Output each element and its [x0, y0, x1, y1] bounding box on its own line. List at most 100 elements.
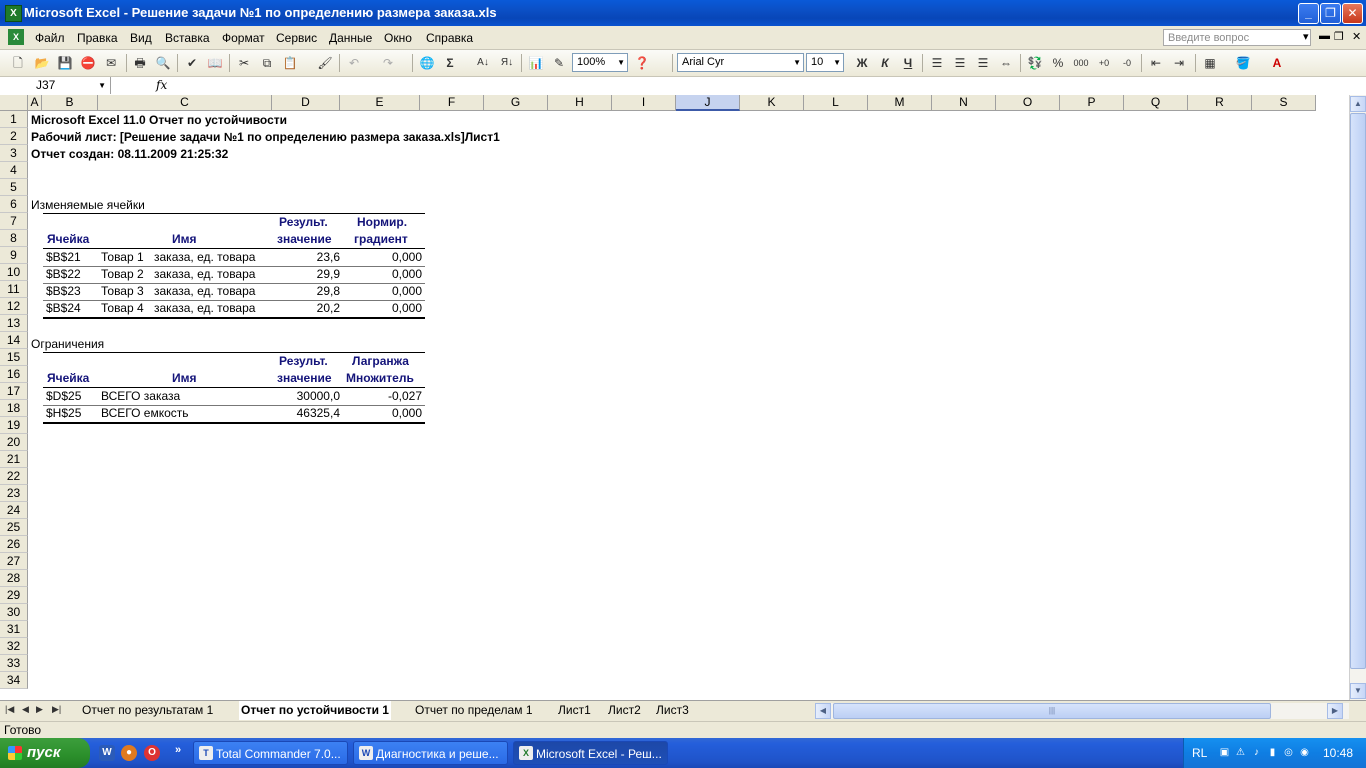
row-header-30[interactable]: 30: [0, 604, 28, 621]
sort-descending-icon[interactable]: Я↓: [498, 54, 516, 72]
scroll-left-icon[interactable]: ◀: [815, 703, 831, 719]
header-name[interactable]: Имя: [172, 231, 197, 248]
language-indicator[interactable]: RL: [1192, 746, 1207, 760]
result-value[interactable]: 46325,4: [270, 405, 340, 422]
column-header-p[interactable]: P: [1060, 95, 1124, 111]
row-header-5[interactable]: 5: [0, 179, 28, 196]
maximize-button[interactable]: ❐: [1320, 3, 1341, 24]
menu-file[interactable]: Файл: [35, 31, 65, 45]
report-worksheet[interactable]: Рабочий лист: [Решение задачи №1 по опре…: [31, 129, 500, 146]
lagrange-multiplier[interactable]: -0,027: [352, 388, 422, 405]
header-cell[interactable]: Ячейка: [47, 370, 89, 387]
close-button[interactable]: ✕: [1342, 3, 1363, 24]
menu-edit[interactable]: Правка: [77, 31, 118, 45]
doc-close-icon[interactable]: ✕: [1352, 30, 1361, 43]
row-header-31[interactable]: 31: [0, 621, 28, 638]
menu-format[interactable]: Формат: [222, 31, 265, 45]
borders-icon[interactable]: ▦: [1201, 54, 1219, 72]
menu-tools[interactable]: Сервис: [276, 31, 317, 45]
excel-app-icon[interactable]: X: [5, 5, 22, 22]
email-icon[interactable]: ✉: [102, 54, 120, 72]
tab-results-report[interactable]: Отчет по результатам 1: [82, 701, 213, 719]
row-header-25[interactable]: 25: [0, 519, 28, 536]
row-header-6[interactable]: 6: [0, 196, 28, 213]
row-header-34[interactable]: 34: [0, 672, 28, 689]
cut-icon[interactable]: ✂: [235, 54, 253, 72]
reduced-gradient[interactable]: 0,000: [362, 249, 422, 266]
item-name-detail[interactable]: заказа, ед. товара: [154, 300, 255, 317]
item-name[interactable]: Товар 3: [101, 283, 144, 300]
row-header-2[interactable]: 2: [0, 128, 28, 145]
header-name[interactable]: Имя: [172, 370, 197, 387]
header-result-1[interactable]: Результ.: [279, 353, 328, 370]
research-icon[interactable]: 📖: [206, 54, 224, 72]
tab-limits-report[interactable]: Отчет по пределам 1: [415, 701, 533, 719]
start-button[interactable]: пуск: [0, 738, 90, 768]
cell-address[interactable]: $B$23: [46, 283, 81, 300]
zoom-combo[interactable]: 100% ▼: [572, 53, 628, 72]
menu-window[interactable]: Окно: [384, 31, 412, 45]
menu-help[interactable]: Справка: [426, 31, 473, 45]
scroll-up-icon[interactable]: ▲: [1350, 96, 1366, 112]
tab-sensitivity-report[interactable]: Отчет по устойчивости 1: [239, 701, 391, 720]
header-result-2[interactable]: значение: [277, 231, 332, 248]
scroll-down-icon[interactable]: ▼: [1350, 683, 1366, 699]
header-cell[interactable]: Ячейка: [47, 231, 89, 248]
increase-decimal-icon[interactable]: +0: [1095, 54, 1113, 72]
horizontal-scroll-thumb[interactable]: |||: [833, 703, 1271, 719]
quicklaunch-more-icon[interactable]: »: [170, 742, 186, 758]
column-header-e[interactable]: E: [340, 95, 420, 111]
row-header-12[interactable]: 12: [0, 298, 28, 315]
task-excel[interactable]: X Microsoft Excel - Реш...: [513, 741, 668, 765]
column-header-c[interactable]: C: [98, 95, 272, 111]
column-header-d[interactable]: D: [272, 95, 340, 111]
vertical-scrollbar[interactable]: ▲ ▼: [1349, 95, 1366, 700]
worksheet-grid[interactable]: ABCDEFGHIJKLMNOPQRS 1 2 3 4 5 6 7 8 9 10 11 12 13 14 1…: [0, 95, 1349, 700]
print-icon[interactable]: 🖶: [131, 54, 149, 72]
row-header-28[interactable]: 28: [0, 570, 28, 587]
underline-button[interactable]: Ч: [899, 54, 917, 72]
column-header-j[interactable]: J: [676, 95, 740, 111]
percent-button[interactable]: %: [1049, 54, 1067, 72]
header-lagrange-2[interactable]: Множитель: [346, 370, 414, 387]
vertical-scroll-thumb[interactable]: [1350, 113, 1366, 669]
result-value[interactable]: 30000,0: [270, 388, 340, 405]
column-header-l[interactable]: L: [804, 95, 868, 111]
cell-address[interactable]: $B$22: [46, 266, 81, 283]
undo-icon[interactable]: ↶: [345, 54, 363, 72]
antivirus-icon[interactable]: ◉: [1298, 746, 1311, 759]
row-header-8[interactable]: 8: [0, 230, 28, 247]
row-header-23[interactable]: 23: [0, 485, 28, 502]
help-icon[interactable]: ❓: [633, 54, 651, 72]
help-dropdown-icon[interactable]: ▾: [1303, 30, 1309, 43]
firefox-quicklaunch-icon[interactable]: ●: [121, 745, 137, 761]
row-header-14[interactable]: 14: [0, 332, 28, 349]
row-header-15[interactable]: 15: [0, 349, 28, 366]
item-name[interactable]: Товар 2: [101, 266, 144, 283]
chart-wizard-icon[interactable]: 📊: [527, 54, 545, 72]
row-header-10[interactable]: 10: [0, 264, 28, 281]
last-sheet-icon[interactable]: ▶|: [52, 704, 61, 715]
item-name-detail[interactable]: заказа, ед. товара: [154, 249, 255, 266]
align-left-icon[interactable]: ☰: [928, 54, 946, 72]
prev-sheet-icon[interactable]: ◀: [22, 704, 29, 715]
row-header-11[interactable]: 11: [0, 281, 28, 298]
drawing-icon[interactable]: ✎: [550, 54, 568, 72]
copy-icon[interactable]: ⧉: [258, 54, 276, 72]
row-header-17[interactable]: 17: [0, 383, 28, 400]
save-icon[interactable]: 💾: [56, 54, 74, 72]
item-name[interactable]: Товар 1: [101, 249, 144, 266]
row-header-21[interactable]: 21: [0, 451, 28, 468]
row-header-3[interactable]: 3: [0, 145, 28, 162]
font-size-combo[interactable]: 10 ▼: [806, 53, 844, 72]
reduced-gradient[interactable]: 0,000: [362, 266, 422, 283]
permission-icon[interactable]: ⛔: [79, 54, 97, 72]
header-lagrange-1[interactable]: Лагранжа: [352, 353, 409, 370]
increase-indent-icon[interactable]: ⇥: [1170, 54, 1188, 72]
menu-insert[interactable]: Вставка: [165, 31, 210, 45]
cell-address[interactable]: $H$25: [46, 405, 81, 422]
header-result-1[interactable]: Результ.: [279, 214, 328, 231]
insert-function-icon[interactable]: fx: [156, 78, 167, 92]
new-icon[interactable]: 🗋: [9, 54, 27, 72]
font-name-combo[interactable]: Arial Cyr ▼: [677, 53, 804, 72]
